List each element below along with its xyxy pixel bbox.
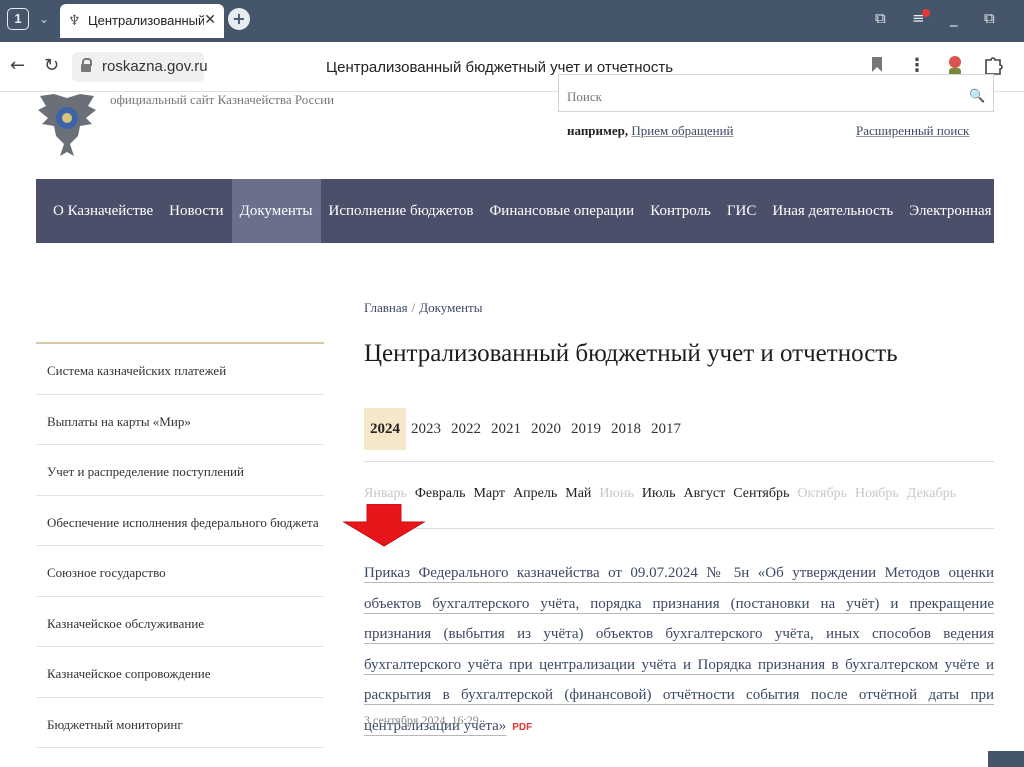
sidebar-item-treasury-service[interactable]: Казначейское обслуживание [36, 597, 324, 647]
month-october: Октябрь [797, 486, 847, 501]
sidebar-item-budget-monitoring[interactable]: Бюджетный мониторинг [36, 698, 324, 748]
nav-item-budget-execution[interactable]: Исполнение бюджетов [321, 179, 482, 243]
search-hint-link[interactable]: Прием обращений [631, 123, 733, 138]
sidebar-item-mir-payments[interactable]: Выплаты на карты «Мир» [36, 395, 324, 445]
year-divider [364, 461, 994, 462]
nav-item-other-activity[interactable]: Иная деятельность [764, 179, 901, 243]
nav-item-e-reception[interactable]: Электронная приемная [901, 179, 1024, 243]
month-september[interactable]: Сентябрь [733, 486, 789, 502]
minimize-button[interactable]: _ [950, 9, 958, 27]
year-tab-2021[interactable]: 2021 [486, 408, 526, 450]
breadcrumb: Главная / Документы [364, 300, 482, 316]
scroll-to-top-button[interactable] [988, 751, 1024, 767]
browser-tab-bar: 1 ⌄ ♆ Централизованный бюджетный учет и … [0, 0, 1024, 42]
sidebar-item-union-state[interactable]: Союзное государство [36, 546, 324, 597]
tab-close-icon[interactable]: ✕ [204, 12, 216, 28]
breadcrumb-separator: / [411, 300, 416, 315]
back-button[interactable]: ← [10, 55, 25, 76]
lock-icon [81, 58, 92, 72]
month-december: Декабрь [906, 486, 957, 501]
main-navigation: О Казначействе Новости Документы Исполне… [36, 179, 1024, 243]
month-june: Июнь [599, 486, 634, 501]
nav-item-financial-operations[interactable]: Финансовые операции [481, 179, 642, 243]
url-text: roskazna.gov.ru [102, 58, 208, 75]
breadcrumb-documents-link[interactable]: Документы [419, 300, 482, 315]
menu-more-icon[interactable]: ⋮ [908, 55, 926, 76]
url-field[interactable]: roskazna.gov.ru [72, 52, 208, 82]
month-filter: Январь Февраль Март Апрель Май Июнь Июль… [364, 486, 964, 502]
tab-list-icon[interactable]: ⧉ [875, 9, 886, 27]
year-tab-2022[interactable]: 2022 [446, 408, 486, 450]
restore-button[interactable]: ⧉ [984, 9, 995, 27]
nav-item-gis[interactable]: ГИС [719, 179, 765, 243]
annotation-arrow-down-icon [342, 504, 426, 547]
tab-counter-button[interactable]: 1 [7, 8, 29, 30]
month-may[interactable]: Май [565, 486, 591, 502]
search-hint: например, Прием обращений [567, 123, 734, 139]
page-title: Централизованный бюджетный учет и отчетн… [364, 340, 898, 367]
notification-dot [922, 9, 930, 17]
nav-item-about[interactable]: О Казначействе [45, 179, 161, 243]
year-tab-2024[interactable]: 2024 [364, 408, 406, 450]
search-hint-label: например, [567, 123, 629, 138]
reload-button[interactable]: ↻ [44, 55, 59, 76]
nav-item-documents[interactable]: Документы [231, 179, 321, 243]
month-november: Ноябрь [854, 486, 899, 501]
document-title[interactable]: Приказ Федерального казначейства от 09.0… [364, 565, 994, 734]
month-march[interactable]: Март [473, 486, 505, 502]
year-tab-2017[interactable]: 2017 [646, 408, 686, 450]
year-tab-2023[interactable]: 2023 [406, 408, 446, 450]
sidebar-item-revenue-accounting[interactable]: Учет и распределение поступлений [36, 445, 324, 496]
year-tab-2019[interactable]: 2019 [566, 408, 606, 450]
advanced-search-link[interactable]: Расширенный поиск [856, 123, 969, 139]
year-filter: 2024 2023 2022 2021 2020 2019 2018 2017 [364, 408, 686, 450]
bookmark-icon[interactable] [872, 57, 882, 72]
breadcrumb-home-link[interactable]: Главная [364, 300, 408, 315]
tab-dropdown-icon[interactable]: ⌄ [34, 9, 54, 29]
site-tagline: официальный сайт Казначейства России [110, 92, 335, 107]
new-tab-button[interactable]: + [228, 8, 250, 30]
nav-item-news[interactable]: Новости [161, 179, 231, 243]
sidebar-item-treasury-support[interactable]: Казначейское сопровождение [36, 647, 324, 698]
year-tab-2020[interactable]: 2020 [526, 408, 566, 450]
sidebar-item-payment-system[interactable]: Система казначейских платежей [36, 344, 324, 395]
sidebar-item-federal-budget[interactable]: Обеспечение исполнения федерального бюдж… [36, 496, 324, 546]
treasury-emblem-icon[interactable] [34, 92, 100, 160]
year-tab-2018[interactable]: 2018 [606, 408, 646, 450]
search-icon[interactable]: 🔍 [962, 74, 994, 112]
browser-tab[interactable]: ♆ Централизованный бюджетный учет и отче… [60, 4, 224, 38]
document-date: 3 сентября 2024, 16:29 [364, 713, 479, 727]
search-input[interactable]: Поиск [558, 74, 964, 112]
tab-title: Централизованный бюджетный учет и отчетн… [88, 13, 204, 28]
treasury-favicon-icon: ♆ [68, 13, 81, 29]
month-april[interactable]: Апрель [513, 486, 557, 502]
month-august[interactable]: Август [683, 486, 725, 502]
sidebar-menu: Система казначейских платежей Выплаты на… [36, 342, 324, 748]
month-july[interactable]: Июль [642, 486, 676, 502]
nav-item-control[interactable]: Контроль [642, 179, 719, 243]
month-divider [364, 528, 994, 529]
month-february[interactable]: Февраль [415, 486, 466, 502]
pdf-badge: PDF [512, 721, 533, 733]
month-january: Январь [364, 486, 407, 501]
